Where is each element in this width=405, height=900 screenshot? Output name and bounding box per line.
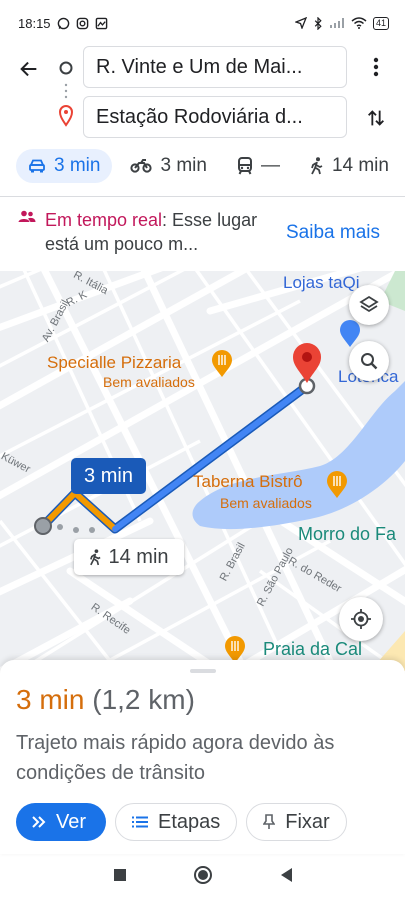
mode-car-tab[interactable]: 3 min xyxy=(16,149,113,183)
status-bar: 18:15 41 xyxy=(0,0,405,46)
bluetooth-icon xyxy=(314,16,322,30)
shop-marker-lojas xyxy=(340,320,360,347)
system-navigation-bar xyxy=(0,854,405,900)
status-bar-right: 41 xyxy=(294,16,389,30)
layers-button[interactable] xyxy=(349,285,389,325)
header-divider xyxy=(0,196,405,197)
signal-icon xyxy=(329,18,344,28)
sheet-actions: Ver Etapas Fixar xyxy=(16,803,347,841)
my-location-button[interactable] xyxy=(339,597,383,641)
destination-pin xyxy=(293,343,321,383)
walk-icon xyxy=(90,548,102,565)
poi-morro[interactable]: Morro do Fa xyxy=(298,524,396,545)
map-search-button[interactable] xyxy=(349,341,389,381)
square-icon xyxy=(113,868,126,881)
walk-icon xyxy=(311,157,323,175)
saiba-mais-link[interactable]: Saiba mais xyxy=(286,222,380,244)
walk-eta-bubble[interactable]: 14 min xyxy=(74,539,184,575)
car-icon xyxy=(29,159,45,173)
directions-header: R. Vinte e Um de Mai... Estação Rodoviár… xyxy=(0,46,405,142)
transit-icon xyxy=(237,157,252,175)
mode-walk-label: 14 min xyxy=(331,155,389,176)
swap-vert-icon xyxy=(368,110,384,126)
motorcycle-icon xyxy=(130,159,153,173)
mode-transit-tab[interactable]: — xyxy=(225,149,292,183)
wifi-icon xyxy=(351,17,367,29)
ver-button[interactable]: Ver xyxy=(16,803,106,841)
back-button[interactable] xyxy=(14,54,44,84)
instagram-icon xyxy=(76,17,88,29)
gallery-icon xyxy=(95,17,107,29)
battery-indicator: 41 xyxy=(372,16,389,30)
whatsapp-icon xyxy=(57,17,69,29)
route-summary-sheet[interactable]: 3 min (1,2 km) Trajeto mais rápido agora… xyxy=(0,660,405,854)
origin-field[interactable]: R. Vinte e Um de Mai... xyxy=(83,46,347,88)
route-dots-icon xyxy=(58,61,74,127)
walk-route-dots xyxy=(57,524,95,533)
layers-icon xyxy=(359,295,379,313)
route-eta: 3 min (1,2 km) xyxy=(16,684,195,716)
double-chevron-icon xyxy=(32,816,46,828)
swap-button[interactable] xyxy=(360,102,392,134)
etapas-label: Etapas xyxy=(158,810,221,833)
status-bar-left: 18:15 xyxy=(18,16,108,31)
map-view[interactable]: Lojas taQi Lotérica Specialle Pizzaria B… xyxy=(0,271,405,671)
mode-motorcycle-label: 3 min xyxy=(160,155,207,176)
home-button[interactable] xyxy=(193,865,213,890)
more-vert-icon xyxy=(373,57,379,77)
fixar-button[interactable]: Fixar xyxy=(246,803,347,841)
recents-button[interactable] xyxy=(113,868,127,887)
clock: 18:15 xyxy=(18,15,51,31)
poi-taberna-rating: Bem avaliados xyxy=(220,495,312,511)
system-back-button[interactable] xyxy=(279,867,293,888)
poi-lojas[interactable]: Lojas taQi xyxy=(283,273,360,293)
poi-specialle[interactable]: Specialle Pizzaria xyxy=(47,353,181,373)
realtime-info-banner: Em tempo real: Esse lugar está um pouco … xyxy=(0,198,405,270)
destination-field[interactable]: Estação Rodoviária d... xyxy=(83,96,347,138)
ver-label: Ver xyxy=(56,810,87,833)
pin-icon xyxy=(263,814,276,829)
sheet-drag-handle[interactable] xyxy=(190,669,216,673)
search-icon xyxy=(361,353,378,370)
location-arrow-icon xyxy=(294,17,307,29)
circle-icon xyxy=(193,865,212,884)
arrow-back-icon xyxy=(20,61,37,77)
etapas-button[interactable]: Etapas xyxy=(115,803,238,841)
origin-marker xyxy=(34,517,52,535)
triangle-back-icon xyxy=(280,867,292,882)
poi-specialle-rating: Bem avaliados xyxy=(103,374,195,390)
drive-eta-bubble[interactable]: 3 min xyxy=(71,458,146,494)
poi-praia[interactable]: Praia da Cal xyxy=(263,639,362,660)
mode-motorcycle-tab[interactable]: 3 min xyxy=(118,149,218,183)
people-icon xyxy=(18,210,36,222)
travel-mode-tabs: 3 min 3 min — 14 min xyxy=(0,144,405,188)
list-icon xyxy=(132,816,148,828)
route-time: 3 min xyxy=(16,684,85,715)
fixar-label: Fixar xyxy=(285,810,330,833)
realtime-label: Em tempo real xyxy=(45,210,163,230)
mode-walk-tab[interactable]: 14 min xyxy=(298,149,401,183)
mode-transit-label: — xyxy=(260,155,280,176)
more-options-button[interactable] xyxy=(362,52,390,82)
route-distance: (1,2 km) xyxy=(92,684,195,715)
realtime-message: Em tempo real: Esse lugar está um pouco … xyxy=(45,208,280,256)
poi-taberna[interactable]: Taberna Bistrô xyxy=(193,472,303,492)
mode-car-label: 3 min xyxy=(54,155,101,176)
walk-eta-label: 14 min xyxy=(108,545,169,568)
my-location-icon xyxy=(351,609,371,629)
route-description: Trajeto mais rápido agora devido às cond… xyxy=(16,732,335,784)
